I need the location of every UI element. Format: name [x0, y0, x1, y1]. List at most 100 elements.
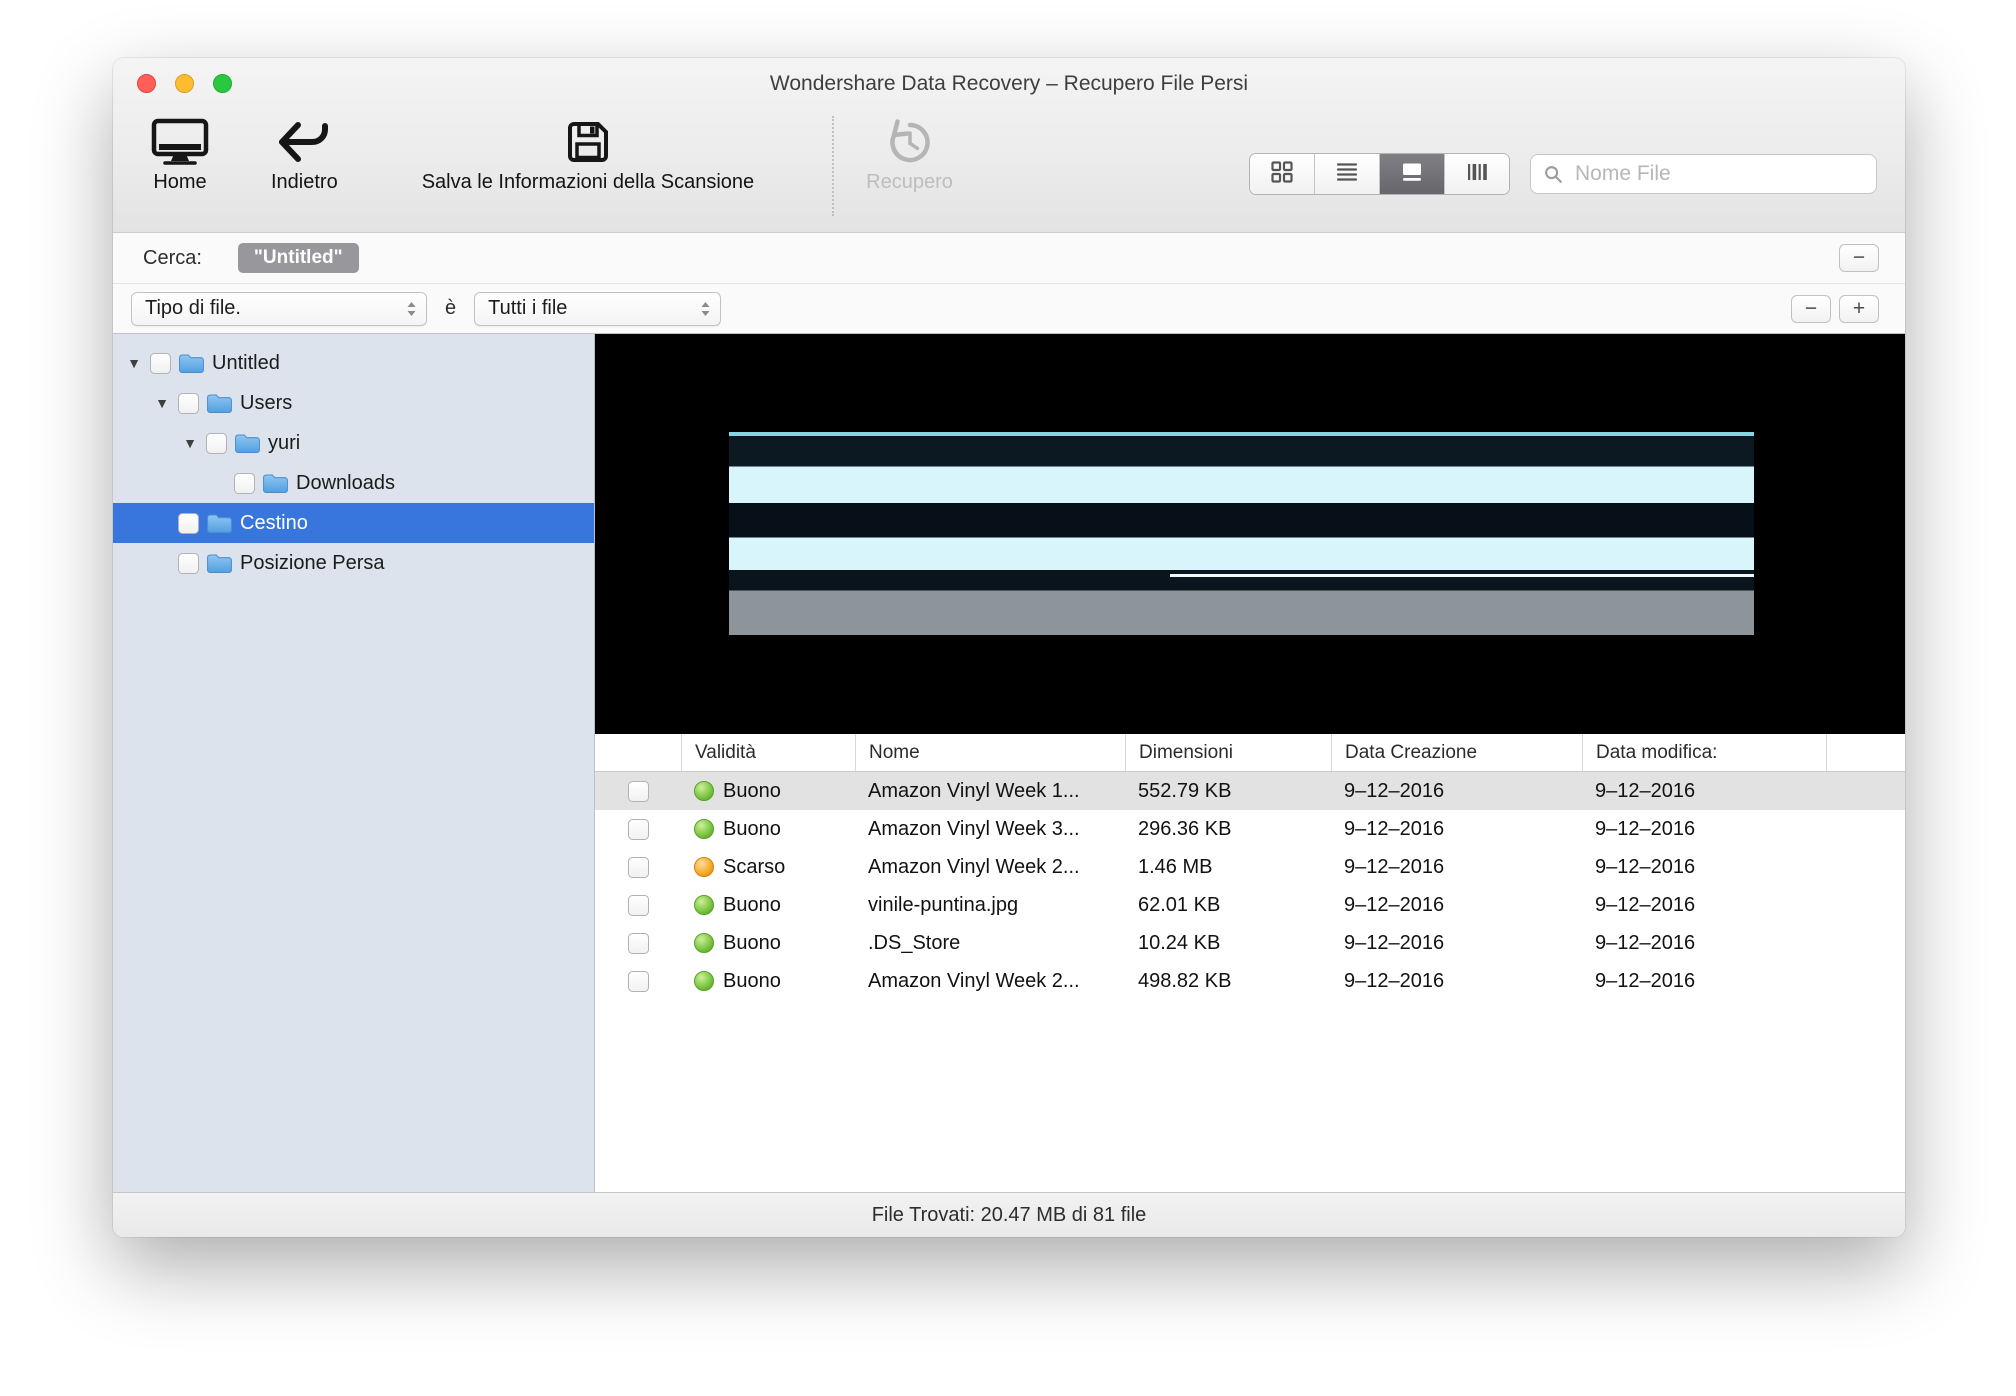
validity-label: Buono [723, 817, 781, 840]
folder-checkbox[interactable] [178, 392, 199, 414]
back-button[interactable]: Indietro [271, 116, 338, 194]
file-modified: 9–12–2016 [1595, 969, 1696, 992]
folder-checkbox[interactable] [178, 512, 199, 534]
row-checkbox[interactable] [627, 894, 649, 916]
file-row[interactable]: Buono .DS_Store 10.24 KB 9–12–2016 9–12–2016 [595, 924, 1905, 962]
file-row[interactable]: Buono Amazon Vinyl Week 3... 296.36 KB 9–12… [595, 810, 1905, 848]
search-icon [1543, 164, 1564, 185]
row-checkbox[interactable] [627, 932, 649, 954]
file-kind-value: Tutti i file [488, 297, 568, 319]
file-created: 9–12–2016 [1344, 855, 1445, 878]
app-window: Wondershare Data Recovery – Recupero Fil… [113, 58, 1905, 1237]
preview-view-button[interactable] [1379, 154, 1444, 194]
remove-filter-button[interactable]: − [1791, 294, 1831, 323]
column-view-button[interactable] [1444, 154, 1509, 194]
list-view-icon [1334, 159, 1360, 190]
sidebar-item-cestino[interactable]: Cestino [113, 503, 594, 543]
disclosure-triangle-icon[interactable]: ▼ [125, 355, 143, 371]
row-checkbox[interactable] [627, 856, 649, 878]
disclosure-triangle-icon[interactable]: ▼ [181, 435, 199, 451]
main-area: ▼ Untitled ▼ Users ▼ yuri Downloads Cestino Posi… [113, 334, 1905, 1192]
column-header-spacer [1826, 734, 1905, 771]
validity-dot [694, 819, 714, 839]
folder-icon [206, 392, 233, 414]
file-kind-dropdown[interactable]: Tutti i file [474, 291, 722, 326]
minimize-button[interactable] [175, 74, 194, 93]
search-input[interactable] [1573, 161, 1864, 187]
sidebar-item-downloads[interactable]: Downloads [113, 463, 594, 503]
file-search-field[interactable] [1530, 154, 1877, 194]
folder-checkbox[interactable] [178, 552, 199, 574]
unified-toolbar: Wondershare Data Recovery – Recupero Fil… [113, 58, 1905, 233]
sidebar-item-posizione-persa[interactable]: Posizione Persa [113, 543, 594, 583]
column-header-checkbox [595, 734, 681, 771]
column-header-validity[interactable]: Validità [681, 734, 855, 771]
table-header: Validità Nome Dimensioni Data Creazione … [595, 734, 1905, 772]
restore-arrow-icon [885, 116, 935, 166]
grid-view-button[interactable] [1250, 154, 1314, 194]
validity-label: Buono [723, 893, 781, 916]
validity-label: Scarso [723, 855, 786, 878]
row-checkbox[interactable] [627, 970, 649, 992]
add-filter-button[interactable]: + [1839, 294, 1879, 323]
column-header-modified[interactable]: Data modifica: [1582, 734, 1826, 771]
recover-button[interactable]: Recupero [866, 116, 953, 194]
disclosure-triangle-icon[interactable]: ▼ [153, 395, 171, 411]
file-row[interactable]: Buono vinile-puntina.jpg 62.01 KB 9–12–2016… [595, 886, 1905, 924]
row-checkbox[interactable] [627, 818, 649, 840]
file-row[interactable]: Buono Amazon Vinyl Week 2... 498.82 KB 9–12… [595, 962, 1905, 1000]
file-type-value: Tipo di file. [145, 297, 241, 319]
preview-pane [595, 334, 1905, 734]
folder-checkbox[interactable] [206, 432, 227, 454]
row-checkbox[interactable] [627, 780, 649, 802]
validity-label: Buono [723, 779, 781, 802]
validity-dot [694, 971, 714, 991]
remove-search-row-button[interactable]: − [1839, 244, 1879, 272]
home-button[interactable]: Home [151, 116, 209, 194]
file-size: 62.01 KB [1138, 893, 1221, 916]
back-arrow-icon [276, 116, 332, 166]
validity-dot [694, 933, 714, 953]
column-view-icon [1464, 159, 1490, 190]
filter-connector-label: è [445, 297, 457, 319]
validity-label: Buono [723, 931, 781, 954]
validity-dot [694, 781, 714, 801]
back-label: Indietro [271, 171, 338, 193]
column-header-created[interactable]: Data Creazione [1331, 734, 1582, 771]
file-size: 498.82 KB [1138, 969, 1232, 992]
file-modified: 9–12–2016 [1595, 817, 1696, 840]
file-size: 1.46 MB [1138, 855, 1213, 878]
search-criteria-bar: Cerca: "Untitled" − [113, 233, 1905, 284]
filter-criteria-bar: Tipo di file. è Tutti i file − + [113, 284, 1905, 334]
search-token-untitled[interactable]: "Untitled" [237, 243, 359, 273]
file-name: .DS_Store [868, 931, 961, 954]
zoom-button[interactable] [213, 74, 232, 93]
column-header-name[interactable]: Nome [855, 734, 1125, 771]
sidebar-item-untitled[interactable]: ▼ Untitled [113, 343, 594, 383]
file-name: vinile-puntina.jpg [868, 893, 1019, 916]
list-view-button[interactable] [1314, 154, 1379, 194]
close-button[interactable] [137, 74, 156, 93]
file-row[interactable]: Scarso Amazon Vinyl Week 2... 1.46 MB 9–12–… [595, 848, 1905, 886]
save-scan-info-label: Salva le Informazioni della Scansione [421, 171, 755, 193]
file-modified: 9–12–2016 [1595, 779, 1696, 802]
file-row[interactable]: Buono Amazon Vinyl Week 1... 552.79 KB 9–12… [595, 772, 1905, 810]
sidebar-tree: ▼ Untitled ▼ Users ▼ yuri Downloads Cestino Posi… [113, 334, 595, 1192]
sidebar-item-yuri[interactable]: ▼ yuri [113, 423, 594, 463]
folder-checkbox[interactable] [234, 472, 255, 494]
status-bar: File Trovati: 20.47 MB di 81 file [113, 1192, 1905, 1237]
file-created: 9–12–2016 [1344, 969, 1445, 992]
file-modified: 9–12–2016 [1595, 855, 1696, 878]
folder-icon [234, 432, 261, 454]
save-scan-info-button[interactable]: Salva le Informazioni della Scansione [422, 116, 754, 194]
file-size: 296.36 KB [1138, 817, 1232, 840]
folder-checkbox[interactable] [150, 352, 171, 374]
preview-image [728, 432, 1755, 636]
file-type-dropdown[interactable]: Tipo di file. [131, 291, 427, 326]
sidebar-item-users[interactable]: ▼ Users [113, 383, 594, 423]
folder-label: Untitled [212, 351, 280, 374]
column-header-size[interactable]: Dimensioni [1125, 734, 1331, 771]
file-created: 9–12–2016 [1344, 817, 1445, 840]
validity-dot [694, 895, 714, 915]
file-size: 10.24 KB [1138, 931, 1221, 954]
